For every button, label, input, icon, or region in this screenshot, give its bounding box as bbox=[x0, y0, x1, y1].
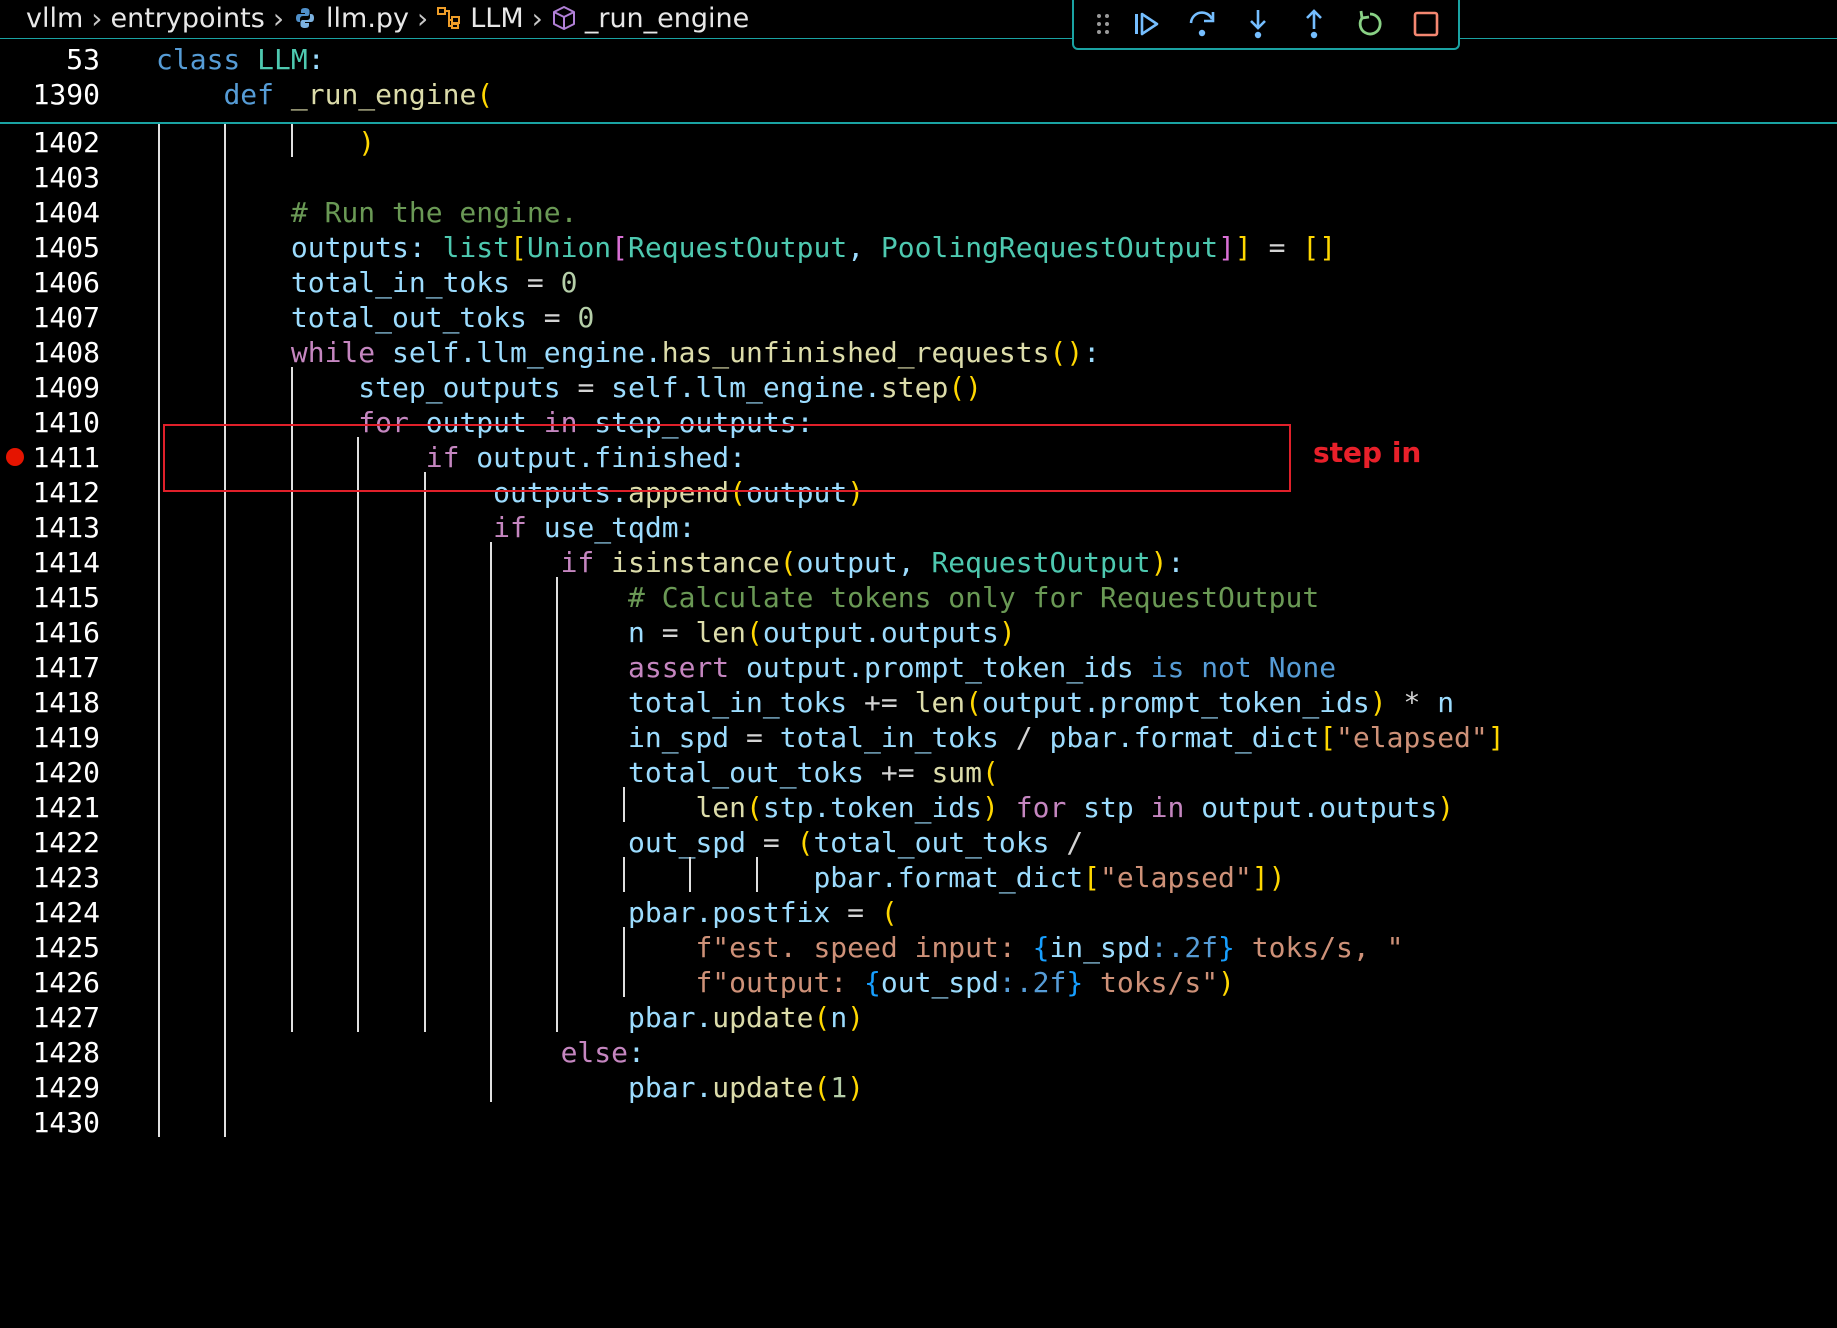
method-symbol-icon bbox=[551, 5, 577, 31]
editor-code-area[interactable]: 1401 f"output: {0:.2f} toks/s"),1402 )14… bbox=[0, 0, 1837, 1328]
continue-button[interactable] bbox=[1118, 4, 1174, 44]
annotation-label: step in bbox=[1313, 436, 1422, 469]
breakpoint-marker[interactable] bbox=[6, 448, 24, 466]
class-symbol-icon bbox=[436, 5, 462, 31]
annotation-highlight-box bbox=[163, 424, 1291, 492]
chevron-right-icon: › bbox=[531, 1, 543, 35]
chevron-right-icon: › bbox=[91, 1, 103, 35]
indent-guide bbox=[490, 542, 492, 1102]
step-out-icon bbox=[1306, 9, 1322, 39]
breadcrumb-item-entrypoints[interactable]: entrypoints bbox=[111, 3, 265, 34]
step-into-icon bbox=[1250, 10, 1266, 39]
line-number[interactable]: 1430 bbox=[0, 1102, 100, 1143]
indent-guide bbox=[357, 437, 360, 1032]
step-over-button[interactable] bbox=[1174, 4, 1230, 44]
sticky-scroll-divider bbox=[0, 122, 1837, 124]
stop-icon bbox=[1413, 11, 1439, 37]
python-file-icon bbox=[292, 5, 318, 31]
breadcrumb-item-vllm[interactable]: vllm bbox=[26, 3, 83, 34]
restart-button[interactable] bbox=[1342, 4, 1398, 44]
breadcrumb-item-method[interactable]: _run_engine bbox=[585, 3, 749, 34]
breadcrumb-item-file[interactable]: llm.py bbox=[326, 3, 409, 34]
chevron-right-icon: › bbox=[417, 1, 429, 35]
indent-guide bbox=[224, 87, 227, 1137]
sticky-line-1390[interactable]: 1390 def _run_engine( bbox=[0, 74, 1837, 115]
indent-guide bbox=[689, 857, 692, 892]
code-text[interactable]: def _run_engine( bbox=[156, 74, 493, 115]
indent-guide bbox=[622, 857, 625, 892]
breadcrumb: vllm › entrypoints › llm.py › LLM › _run… bbox=[0, 0, 1837, 36]
line-number[interactable]: 1390 bbox=[0, 74, 100, 115]
breadcrumb-item-class[interactable]: LLM bbox=[470, 3, 523, 34]
indent-guide bbox=[622, 927, 625, 997]
drag-handle-icon[interactable] bbox=[1088, 4, 1118, 44]
step-into-button[interactable] bbox=[1230, 4, 1286, 44]
sticky-scroll-header[interactable]: 53 class LLM: 1390 def _run_engine( bbox=[0, 39, 1837, 122]
indent-guide bbox=[158, 87, 160, 1137]
breadcrumb-divider bbox=[0, 38, 1837, 39]
stop-button[interactable] bbox=[1398, 4, 1454, 44]
step-out-button[interactable] bbox=[1286, 4, 1342, 44]
step-over-icon bbox=[1189, 11, 1215, 37]
debug-toolbar bbox=[1072, 0, 1460, 50]
restart-icon bbox=[1358, 10, 1382, 36]
indent-guide bbox=[755, 857, 758, 892]
chevron-right-icon: › bbox=[272, 1, 285, 35]
indent-guide bbox=[423, 472, 426, 1032]
code-line-1430[interactable]: 1430 bbox=[0, 1102, 1837, 1143]
indent-guide bbox=[622, 787, 625, 822]
continue-icon bbox=[1135, 12, 1159, 36]
indent-guide bbox=[556, 577, 559, 1032]
